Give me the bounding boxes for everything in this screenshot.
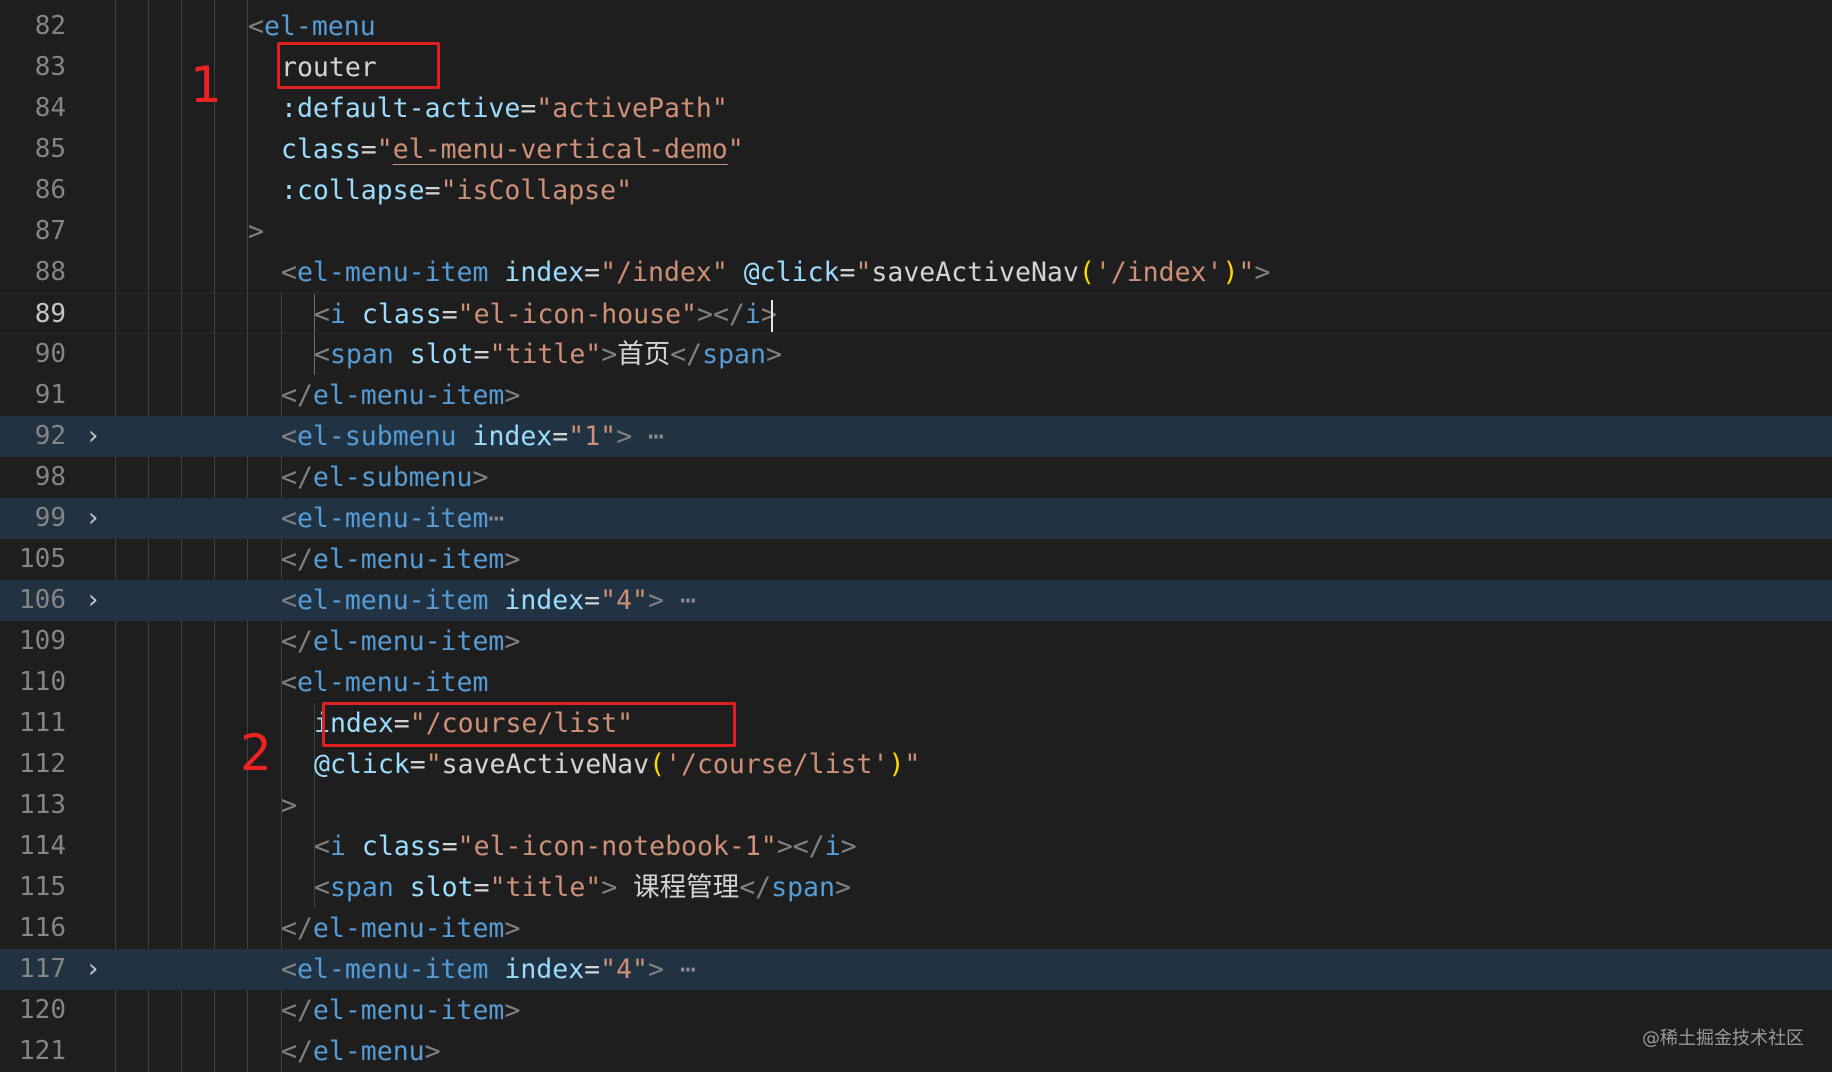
code-text: </el-menu-item>: [281, 544, 521, 575]
code-line[interactable]: 105 </el-menu-item>: [0, 539, 1832, 580]
code-text: class="el-menu-vertical-demo": [281, 134, 744, 165]
code-line[interactable]: 85 class="el-menu-vertical-demo": [0, 129, 1832, 170]
code-line[interactable]: 92 › <el-submenu index="1"> ⋯: [0, 416, 1832, 457]
line-number: 114: [19, 831, 66, 861]
code-text: <el-submenu index="1"> ⋯: [281, 421, 664, 452]
code-line[interactable]: 83 router: [0, 47, 1832, 88]
annotation-label-1: 1: [190, 56, 222, 114]
line-number: 105: [19, 544, 66, 574]
highlight-box-router: [277, 42, 440, 89]
code-line[interactable]: 121 </el-menu>: [0, 1031, 1832, 1072]
code-line[interactable]: 89 <i class="el-icon-house"></i>: [0, 293, 1832, 334]
code-text: <span slot="title">首页</span>: [314, 339, 782, 370]
line-number: 110: [19, 667, 66, 697]
code-text: @click="saveActiveNav('/course/list')": [314, 749, 921, 780]
code-line[interactable]: 90 <span slot="title">首页</span>: [0, 334, 1832, 375]
line-number: 121: [19, 1036, 66, 1066]
text-cursor: [771, 300, 773, 332]
code-text: >: [281, 790, 297, 821]
chevron-right-icon[interactable]: ›: [82, 423, 104, 449]
code-line[interactable]: 91 </el-menu-item>: [0, 375, 1832, 416]
line-number: 91: [34, 380, 66, 410]
code-text: :collapse="isCollapse": [281, 175, 633, 206]
code-line[interactable]: 82 <el-menu: [0, 6, 1832, 47]
line-number: 106: [19, 585, 66, 615]
line-number: 109: [19, 626, 66, 656]
code-text: </el-submenu>: [281, 462, 489, 493]
annotation-label-2: 2: [240, 724, 272, 782]
code-line[interactable]: 98 </el-submenu>: [0, 457, 1832, 498]
line-number: 115: [19, 872, 66, 902]
code-text: <i class="el-icon-house"></i>: [314, 299, 777, 330]
code-text: <i class="el-icon-notebook-1"></i>: [314, 831, 857, 862]
chevron-right-icon[interactable]: ›: [82, 587, 104, 613]
code-line[interactable]: 117 › <el-menu-item index="4"> ⋯: [0, 949, 1832, 990]
highlight-box-index: [322, 702, 736, 747]
code-text: </el-menu>: [281, 1036, 441, 1067]
code-line[interactable]: 84 :default-active="activePath": [0, 88, 1832, 129]
line-number: 117: [19, 954, 66, 984]
line-number: 86: [34, 175, 66, 205]
code-line[interactable]: 110 <el-menu-item: [0, 662, 1832, 703]
line-number: 89: [34, 299, 66, 329]
code-text: <el-menu-item: [281, 667, 489, 698]
line-number: 99: [34, 503, 66, 533]
code-text: <el-menu-item index="/index" @click="sav…: [281, 257, 1271, 288]
code-line[interactable]: 115 <span slot="title"> 课程管理</span>: [0, 867, 1832, 908]
code-text: </el-menu-item>: [281, 380, 521, 411]
code-text: </el-menu-item>: [281, 626, 521, 657]
code-text: <el-menu-item index="4"> ⋯: [281, 585, 696, 616]
line-number: 112: [19, 749, 66, 779]
line-number: 113: [19, 790, 66, 820]
code-line[interactable]: 88 <el-menu-item index="/index" @click="s…: [0, 252, 1832, 293]
line-number: 116: [19, 913, 66, 943]
line-number: 87: [34, 216, 66, 246]
code-line[interactable]: 106 › <el-menu-item index="4"> ⋯: [0, 580, 1832, 621]
code-line[interactable]: 109 </el-menu-item>: [0, 621, 1832, 662]
code-text: </el-menu-item>: [281, 995, 521, 1026]
code-line[interactable]: 99 › <el-menu-item⋯: [0, 498, 1832, 539]
code-text: >: [248, 216, 264, 247]
code-line[interactable]: 87 >: [0, 211, 1832, 252]
line-number: 111: [19, 708, 66, 738]
line-number: 85: [34, 134, 66, 164]
code-line[interactable]: 111 index="/course/list": [0, 703, 1832, 744]
line-number: 88: [34, 257, 66, 287]
line-number: 92: [34, 421, 66, 451]
line-number: 84: [34, 93, 66, 123]
line-number: 83: [34, 52, 66, 82]
code-text: :default-active="activePath": [281, 93, 728, 124]
code-line[interactable]: 112 @click="saveActiveNav('/course/list')…: [0, 744, 1832, 785]
code-text: <el-menu-item index="4"> ⋯: [281, 954, 696, 985]
chevron-right-icon[interactable]: ›: [82, 505, 104, 531]
code-line[interactable]: 120 </el-menu-item>: [0, 990, 1832, 1031]
chevron-right-icon[interactable]: ›: [82, 956, 104, 982]
code-line[interactable]: 114 <i class="el-icon-notebook-1"></i>: [0, 826, 1832, 867]
code-text: </el-menu-item>: [281, 913, 521, 944]
line-number: 120: [19, 995, 66, 1025]
watermark: @稀土掘金技术社区: [1642, 1028, 1804, 1049]
code-line[interactable]: 116 </el-menu-item>: [0, 908, 1832, 949]
line-number: 98: [34, 462, 66, 492]
code-line[interactable]: 86 :collapse="isCollapse": [0, 170, 1832, 211]
line-number: 90: [34, 339, 66, 369]
code-text: <span slot="title"> 课程管理</span>: [314, 872, 851, 903]
code-editor[interactable]: 82 <el-menu 83 router 84 :default-active="act…: [0, 0, 1832, 1072]
code-text: <el-menu: [248, 11, 376, 42]
code-text: <el-menu-item⋯: [281, 503, 505, 534]
code-line[interactable]: 113 >: [0, 785, 1832, 826]
line-number: 82: [34, 11, 66, 41]
